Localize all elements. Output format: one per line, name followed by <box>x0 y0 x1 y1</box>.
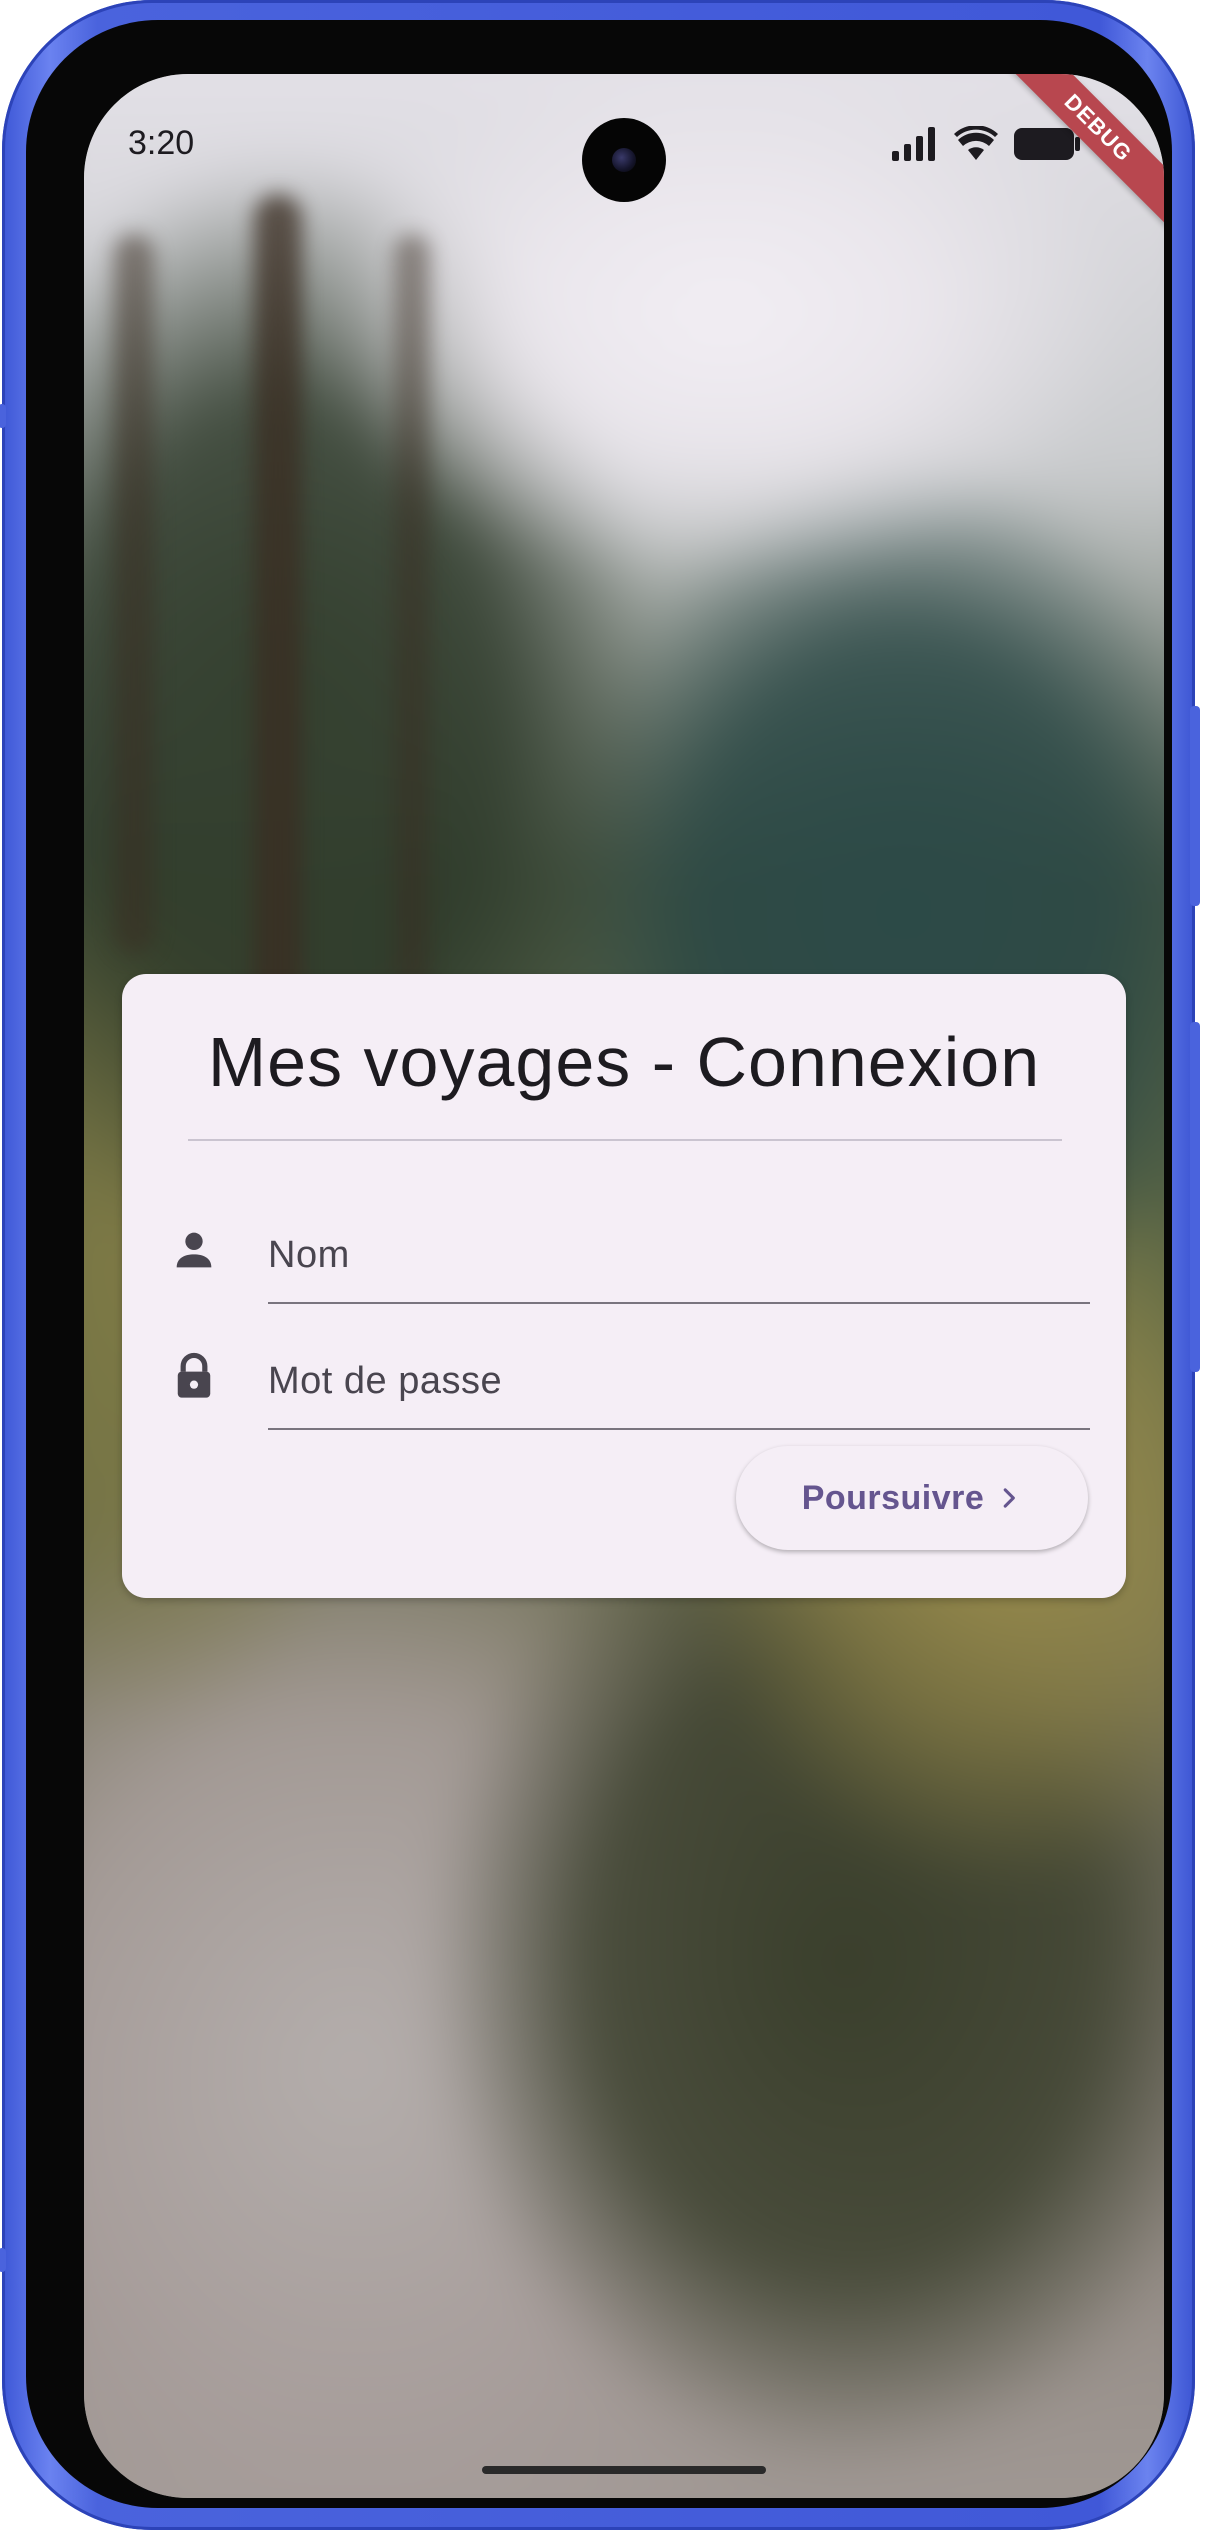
login-card: Mes voyages - Connexion Nom Mot de passe… <box>122 974 1126 1598</box>
status-icons <box>892 126 1080 162</box>
name-field-placeholder: Nom <box>268 1234 350 1276</box>
name-field[interactable]: Nom <box>122 1190 1126 1304</box>
power-button <box>1190 1022 1200 1372</box>
title-divider <box>188 1139 1062 1141</box>
password-field-underline <box>268 1428 1090 1430</box>
password-field-placeholder: Mot de passe <box>268 1360 503 1402</box>
phone-bezel: 3:20 DEBUG Mes voyages - Connexion Nom M… <box>26 20 1172 2508</box>
continue-button-label: Poursuivre <box>801 1478 985 1517</box>
background-tree-trunk <box>254 194 302 1074</box>
side-rail-top <box>0 404 6 428</box>
side-rail-bottom <box>0 2248 6 2272</box>
phone-frame: 3:20 DEBUG Mes voyages - Connexion Nom M… <box>0 0 1200 2530</box>
page-title: Mes voyages - Connexion <box>207 1023 1041 1101</box>
home-indicator[interactable] <box>482 2466 766 2474</box>
name-field-underline <box>268 1302 1090 1304</box>
chevron-right-icon <box>1004 1488 1016 1508</box>
screen: 3:20 DEBUG Mes voyages - Connexion Nom M… <box>84 74 1164 2498</box>
volume-button <box>1190 706 1200 906</box>
cellular-signal-icon <box>892 127 935 161</box>
password-field[interactable]: Mot de passe <box>122 1316 1126 1430</box>
camera-lens <box>612 148 636 172</box>
background-tree-trunk <box>394 234 430 994</box>
front-camera <box>582 118 666 202</box>
continue-button[interactable]: Poursuivre <box>736 1446 1088 1550</box>
background-tree-trunk <box>114 234 154 954</box>
person-icon <box>176 1232 212 1268</box>
status-time: 3:20 <box>128 124 195 162</box>
status-bar: 3:20 <box>84 74 1164 214</box>
lock-icon <box>177 1352 211 1398</box>
battery-icon <box>1014 128 1080 160</box>
wifi-icon <box>954 126 998 160</box>
